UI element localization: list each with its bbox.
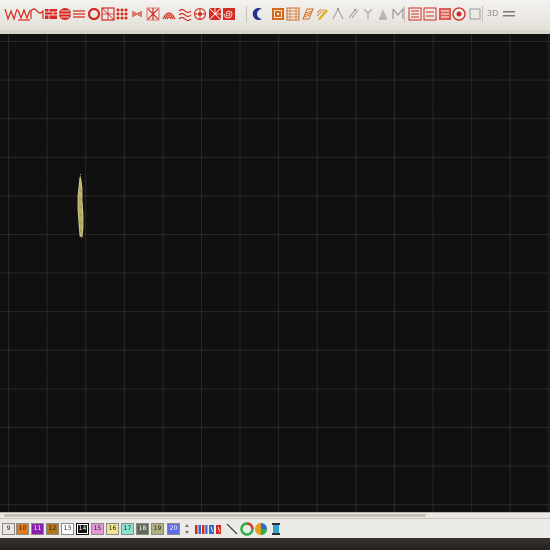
palette-scroll-arrows-icon[interactable] <box>184 523 190 535</box>
toolbar-separator <box>404 6 405 22</box>
thread-swatch[interactable]: 11 <box>31 523 44 535</box>
thread-spool-icon[interactable] <box>452 6 466 22</box>
checker-icon[interactable] <box>101 6 115 22</box>
branch-icon[interactable] <box>361 6 375 22</box>
sequence-bars-icon[interactable] <box>194 522 208 536</box>
thread-swatch[interactable]: 18 <box>136 523 149 535</box>
toolbar-separator <box>482 6 483 22</box>
w-fill-icon[interactable] <box>4 6 18 22</box>
gradient-circle-icon[interactable] <box>254 522 268 536</box>
dots-grid-icon[interactable] <box>115 6 129 22</box>
stitch-list-icon[interactable] <box>408 6 422 22</box>
thread-swatch[interactable]: 16 <box>106 523 119 535</box>
spool-icon[interactable] <box>269 522 283 536</box>
thread-swatch[interactable]: 14 <box>76 523 89 535</box>
design-canvas[interactable] <box>0 34 550 512</box>
layers-icon[interactable] <box>438 6 452 22</box>
stitch-object[interactable] <box>72 174 90 238</box>
view-3d-icon[interactable] <box>468 6 482 22</box>
crescent-icon[interactable] <box>252 6 266 22</box>
app-window: 3D 9 10 11 12 13 14 15 16 17 18 19 20 <box>0 0 550 550</box>
toolbar-menu-icon[interactable] <box>503 10 515 18</box>
color-wheel-icon[interactable] <box>240 522 254 536</box>
thread-swatch[interactable]: 12 <box>46 523 59 535</box>
thread-swatch[interactable]: 20 <box>167 523 180 535</box>
thread-swatch[interactable]: 10 <box>16 523 29 535</box>
window-bottom-edge <box>0 538 550 550</box>
wave-fill-icon[interactable] <box>30 6 44 22</box>
cross-fill-icon[interactable] <box>146 6 160 22</box>
scrollbar-thumb[interactable] <box>4 514 426 517</box>
zigzag-fill-icon[interactable] <box>17 6 31 22</box>
split-node-icon[interactable] <box>346 6 360 22</box>
stitch-tools-toolbar: 3D <box>0 0 550 31</box>
thread-swatch[interactable]: 17 <box>121 523 134 535</box>
wave-lines-icon[interactable] <box>178 6 192 22</box>
thread-swatch[interactable]: 19 <box>151 523 164 535</box>
brick-fill-icon[interactable] <box>44 6 58 22</box>
view-3d-label[interactable]: 3D <box>487 9 498 18</box>
scale-fill-icon[interactable] <box>58 6 72 22</box>
split-block-icon[interactable] <box>208 522 222 536</box>
ring-icon[interactable] <box>87 6 101 22</box>
vertical-marks-icon[interactable] <box>130 6 144 22</box>
radial-fill-icon[interactable] <box>208 6 222 22</box>
monogram-icon[interactable] <box>391 6 405 22</box>
spiral-fill-icon[interactable] <box>222 6 236 22</box>
reshape-icon[interactable] <box>376 6 390 22</box>
node-edit-icon[interactable] <box>331 6 345 22</box>
satin-column-icon[interactable] <box>301 6 315 22</box>
flower-icon[interactable] <box>193 6 207 22</box>
arc-fill-icon[interactable] <box>162 6 176 22</box>
toolbar-separator <box>246 6 247 22</box>
thread-swatch[interactable]: 15 <box>91 523 104 535</box>
line-tool-icon[interactable] <box>225 522 239 536</box>
edit-stitch-icon[interactable] <box>316 6 330 22</box>
contour-fill-icon[interactable] <box>271 6 285 22</box>
thread-palette-bar: 9 10 11 12 13 14 15 16 17 18 19 20 <box>0 518 550 539</box>
circle-lines-icon[interactable] <box>72 6 86 22</box>
motif-fill-icon[interactable] <box>286 6 300 22</box>
thread-swatch[interactable]: 9 <box>2 523 15 535</box>
thread-swatch[interactable]: 13 <box>61 523 74 535</box>
object-list-icon[interactable] <box>423 6 437 22</box>
